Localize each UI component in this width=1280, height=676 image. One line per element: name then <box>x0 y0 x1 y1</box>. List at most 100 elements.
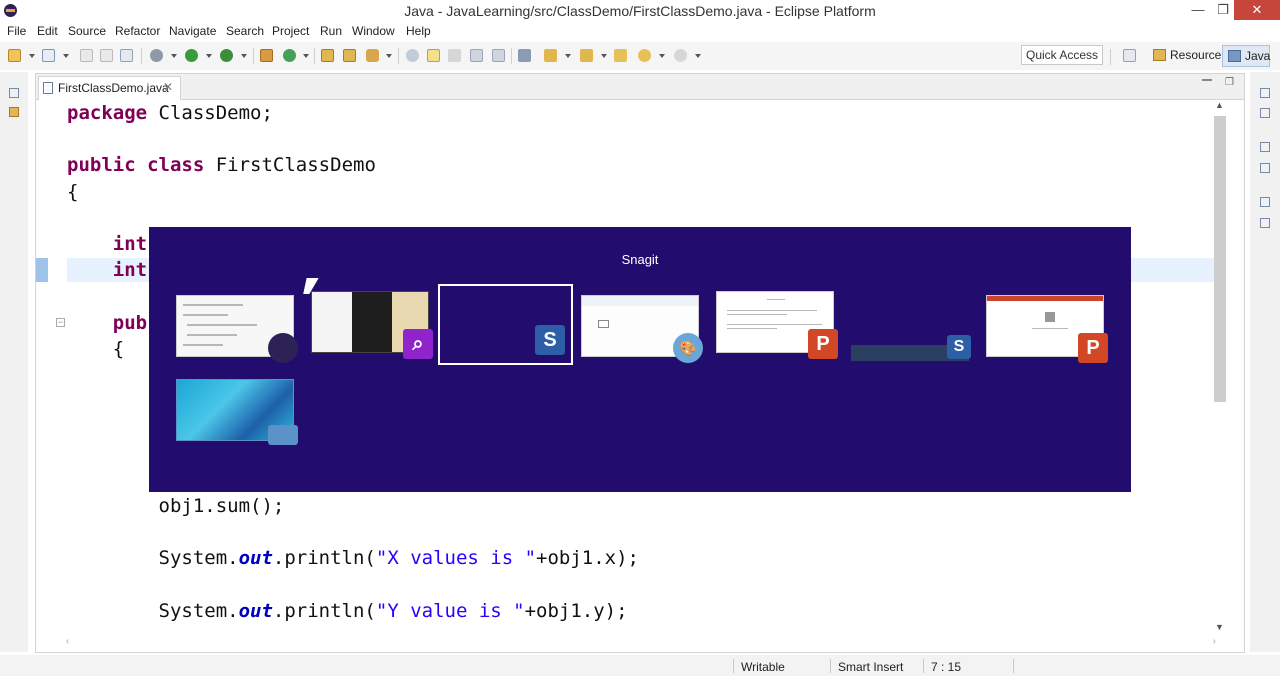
back-dropdown-icon[interactable] <box>659 54 665 58</box>
restore-outline-icon[interactable] <box>1260 88 1270 98</box>
resource-perspective-icon <box>1153 49 1166 61</box>
debug-settings-icon[interactable] <box>150 49 163 62</box>
scroll-left-icon[interactable]: ‹ <box>66 636 69 647</box>
console-view-icon[interactable] <box>1260 218 1270 228</box>
save-icon[interactable] <box>80 49 93 62</box>
minimize-button[interactable]: — <box>1184 0 1212 20</box>
desktop-thumbnail[interactable] <box>176 379 298 445</box>
menu-run[interactable]: Run <box>320 24 342 38</box>
scroll-up-icon[interactable]: ▲ <box>1215 100 1224 110</box>
code-line[interactable]: pub <box>67 312 147 336</box>
code-line[interactable]: System.out.println("Y value is "+obj1.y)… <box>67 600 628 624</box>
forward-dropdown-icon[interactable] <box>695 54 701 58</box>
code-token: "X values is " <box>375 547 537 570</box>
code-line[interactable]: System.out.println("X values is "+obj1.x… <box>67 547 639 571</box>
debug-dropdown-icon[interactable] <box>171 54 177 58</box>
menu-search[interactable]: Search <box>226 24 264 38</box>
code-line[interactable]: { <box>67 181 78 205</box>
resource-perspective-button[interactable]: Resource <box>1148 45 1225 67</box>
prev-edit-location-icon[interactable] <box>580 49 593 62</box>
scroll-down-icon[interactable]: ▼ <box>1215 622 1224 632</box>
menu-project[interactable]: Project <box>272 24 309 38</box>
open-dropdown-icon[interactable] <box>63 54 69 58</box>
next-edit-location-icon[interactable] <box>544 49 557 62</box>
code-line[interactable]: package ClassDemo; <box>67 102 273 126</box>
restore-console-icon[interactable] <box>1260 197 1270 207</box>
forward-icon[interactable] <box>674 49 687 62</box>
scroll-right-icon[interactable]: › <box>1213 636 1216 647</box>
menu-file[interactable]: File <box>7 24 26 38</box>
save-all-icon[interactable] <box>100 49 113 62</box>
last-edit-location-icon[interactable] <box>614 49 627 62</box>
restore-view-icon[interactable] <box>9 88 19 98</box>
code-token: System. <box>67 547 239 570</box>
code-token: int <box>67 233 148 255</box>
search-app-window-thumbnail[interactable]: ⌕ <box>311 291 433 359</box>
code-line[interactable]: int <box>67 259 147 283</box>
outline-view-icon[interactable] <box>1260 163 1270 173</box>
minimize-editor-icon[interactable] <box>1202 79 1212 81</box>
open-type-icon[interactable] <box>42 49 55 62</box>
tab-close-icon[interactable]: ✕ <box>163 80 173 94</box>
editor-tab[interactable]: FirstClassDemo.java ✕ <box>38 76 181 100</box>
horizontal-scrollbar[interactable]: ‹ › <box>66 636 1216 650</box>
task-list-icon[interactable] <box>1260 108 1270 118</box>
scroll-thumb[interactable] <box>1214 116 1226 402</box>
toggle-block-selection-icon[interactable] <box>448 49 461 62</box>
maximize-button[interactable]: ❐ <box>1212 0 1234 20</box>
menu-navigate[interactable]: Navigate <box>169 24 216 38</box>
pilcrow-icon[interactable] <box>492 49 505 62</box>
new-java-package-icon[interactable] <box>260 49 273 62</box>
new-icon[interactable] <box>8 49 21 62</box>
new-class-dropdown-icon[interactable] <box>303 54 309 58</box>
powerpoint-window-thumbnail[interactable]: P <box>986 295 1108 363</box>
run-dropdown-icon[interactable] <box>206 54 212 58</box>
mark-occurrences-icon[interactable] <box>427 49 440 62</box>
back-icon[interactable] <box>638 49 651 62</box>
maximize-editor-icon[interactable]: ❐ <box>1225 77 1234 88</box>
java-perspective-button[interactable]: Java <box>1222 45 1270 67</box>
new-dropdown-icon[interactable] <box>29 54 35 58</box>
search-tool-icon[interactable] <box>366 49 379 62</box>
search-dropdown-icon[interactable] <box>386 54 392 58</box>
close-button[interactable]: ✕ <box>1234 0 1280 20</box>
snagit-capture-bar-thumbnail[interactable]: S <box>851 335 971 399</box>
new-java-class-icon[interactable] <box>283 49 296 62</box>
next-annotation-icon[interactable] <box>406 49 419 62</box>
prev-edit-dropdown-icon[interactable] <box>601 54 607 58</box>
title-bar: Java - JavaLearning/src/ClassDemo/FirstC… <box>0 0 1280 22</box>
restore-panel-icon[interactable] <box>1260 142 1270 152</box>
code-line[interactable]: int <box>67 233 147 257</box>
code-line[interactable]: obj1.sum(); <box>67 495 285 519</box>
run-coverage-icon[interactable] <box>220 49 233 62</box>
code-line[interactable]: public class FirstClassDemo <box>67 154 376 178</box>
fold-collapse-icon[interactable]: − <box>56 318 65 327</box>
open-folder-icon[interactable] <box>321 49 334 62</box>
coverage-dropdown-icon[interactable] <box>241 54 247 58</box>
package-explorer-icon[interactable] <box>9 107 19 117</box>
vertical-scrollbar[interactable]: ▲ ▼ <box>1214 100 1226 632</box>
code-token: out <box>238 547 273 570</box>
eclipse-window-thumbnail[interactable] <box>176 295 298 363</box>
menu-help[interactable]: Help <box>406 24 431 38</box>
open-perspective-icon[interactable] <box>1123 49 1136 62</box>
open-task-icon[interactable] <box>343 49 356 62</box>
next-edit-dropdown-icon[interactable] <box>565 54 571 58</box>
menu-window[interactable]: Window <box>352 24 395 38</box>
code-line[interactable]: { <box>67 338 124 362</box>
code-token: public <box>67 154 136 177</box>
status-cursor-position: 7 : 15 <box>931 660 962 674</box>
run-icon[interactable] <box>185 49 198 62</box>
paint-window-thumbnail[interactable]: 🎨 <box>581 295 703 363</box>
show-whitespace-icon[interactable] <box>470 49 483 62</box>
menu-source[interactable]: Source <box>68 24 106 38</box>
menu-edit[interactable]: Edit <box>37 24 58 38</box>
quick-access-field[interactable]: Quick Access <box>1021 45 1103 65</box>
status-separator <box>830 659 831 673</box>
snagit-blank-window-thumbnail[interactable]: S <box>445 291 565 355</box>
menu-refactor[interactable]: Refactor <box>115 24 160 38</box>
toolbar-separator <box>1110 49 1111 65</box>
print-icon[interactable] <box>120 49 133 62</box>
document-window-thumbnail[interactable]: P <box>716 291 838 359</box>
pin-editor-icon[interactable] <box>518 49 531 62</box>
